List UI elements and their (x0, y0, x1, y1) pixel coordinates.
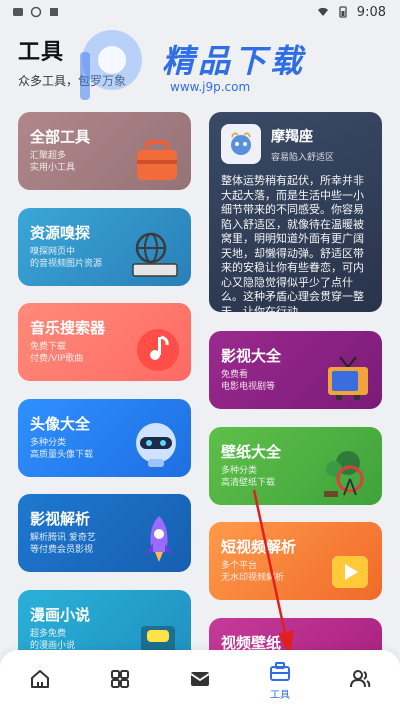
card-comics-novels[interactable]: 漫画小说 超多免费 的漫画小说 (18, 590, 191, 656)
page-header: 工具 众多工具，包罗万象 (18, 34, 126, 89)
card-title: 短视频解析 (221, 538, 297, 556)
home-icon (31, 670, 49, 688)
battery-icon (339, 6, 347, 18)
nav-profile[interactable] (320, 650, 400, 711)
square-icon (50, 8, 58, 16)
play-video-icon (332, 556, 368, 588)
zodiac-avatar (221, 124, 261, 164)
card-title: 头像大全 (30, 415, 91, 433)
tools-grid: 全部工具 汇聚超多 实用小工具 资源嗅探 嗅探网页中 的音视频图片资源 音乐搜索器 … (0, 96, 400, 656)
card-desc: 免费看 电影电视剧等 (221, 370, 276, 392)
card-title: 壁纸大全 (221, 443, 282, 461)
nav-home[interactable] (0, 650, 80, 711)
page-subtitle: 众多工具，包罗万象 (18, 74, 127, 88)
music-note-icon (137, 329, 179, 371)
game-icon (30, 6, 42, 18)
card-desc: 嗅探网页中 的音视频图片资源 (30, 247, 103, 269)
card-title: 漫画小说 (30, 606, 91, 624)
card-title: 资源嗅探 (30, 224, 91, 242)
zodiac-subtitle: 容易陷入舒适区 (271, 152, 335, 163)
card-video-parse[interactable]: 影视解析 解析腾讯 爱奇艺 等付费会员影视 (18, 494, 191, 572)
card-title: 音乐搜索器 (30, 319, 106, 337)
status-time: 9:08 (356, 4, 386, 20)
card-avatar-gallery[interactable]: 头像大全 多种分类 高质量头像下载 (18, 399, 191, 477)
card-short-video-parse[interactable]: 短视频解析 多个平台 无水印视频解析 (209, 522, 382, 600)
nav-tools[interactable]: 工具 (240, 650, 320, 711)
card-desc: 免费下载 付费/VIP歌曲 (30, 342, 84, 364)
capricorn-icon (231, 132, 251, 155)
card-title: 影视解析 (30, 510, 91, 528)
card-all-tools[interactable]: 全部工具 汇聚超多 实用小工具 (18, 112, 191, 190)
card-desc: 超多免费 的漫画小说 (30, 629, 76, 651)
nav-messages[interactable] (160, 650, 240, 711)
zodiac-fortune-text: 整体运势稍有起伏，所幸并非大起大落，而是生活中些一小细节带来的不同感受。你容易陷… (221, 174, 364, 312)
card-desc: 解析腾讯 爱奇艺 等付费会员影视 (30, 533, 96, 555)
nav-tools-label: 工具 (270, 689, 290, 701)
globe-keyboard-icon (132, 232, 178, 277)
card-title: 全部工具 (30, 128, 91, 146)
nav-categories[interactable] (80, 650, 160, 711)
zodiac-header: 摩羯座 容易陷入舒适区 (221, 124, 334, 164)
card-desc: 多个平台 无水印视频解析 (221, 561, 285, 583)
card-zodiac-fortune[interactable]: 摩羯座 容易陷入舒适区 整体运势稍有起伏，所幸并非大起大落，而是生活中些一小细节… (209, 112, 382, 312)
status-bar: 9:08 (0, 0, 400, 24)
rocket-icon (145, 516, 173, 562)
watermark-brand: 精品下载 (162, 42, 307, 80)
robot-avatar-icon (136, 423, 176, 467)
users-icon (350, 670, 371, 688)
card-desc: 多种分类 高清壁纸下载 (221, 466, 276, 488)
page-title: 工具 (18, 40, 65, 65)
mail-icon (190, 672, 210, 686)
card-title: 影视大全 (221, 347, 282, 365)
grid-icon (111, 670, 129, 688)
wifi-icon (317, 7, 328, 16)
toolbox-icon (270, 661, 290, 681)
card-desc: 汇聚超多 实用小工具 (30, 151, 76, 173)
card-resource-sniffer[interactable]: 资源嗅探 嗅探网页中 的音视频图片资源 (18, 208, 191, 286)
tv-icon (328, 356, 368, 400)
toolbox-icon (137, 140, 177, 180)
card-music-search[interactable]: 音乐搜索器 免费下载 付费/VIP歌曲 (18, 303, 191, 381)
card-desc: 多种分类 高质量头像下载 (30, 438, 94, 460)
ferris-wheel-icon (324, 451, 364, 497)
card-movie-library[interactable]: 影视大全 免费看 电影电视剧等 (209, 331, 382, 409)
card-wallpapers[interactable]: 壁纸大全 多种分类 高清壁纸下载 (209, 427, 382, 505)
watermark-url: www.j9p.com (170, 80, 251, 94)
bottom-nav: 工具 (0, 650, 400, 711)
gallery-icon (13, 8, 23, 16)
zodiac-name: 摩羯座 (271, 128, 313, 145)
